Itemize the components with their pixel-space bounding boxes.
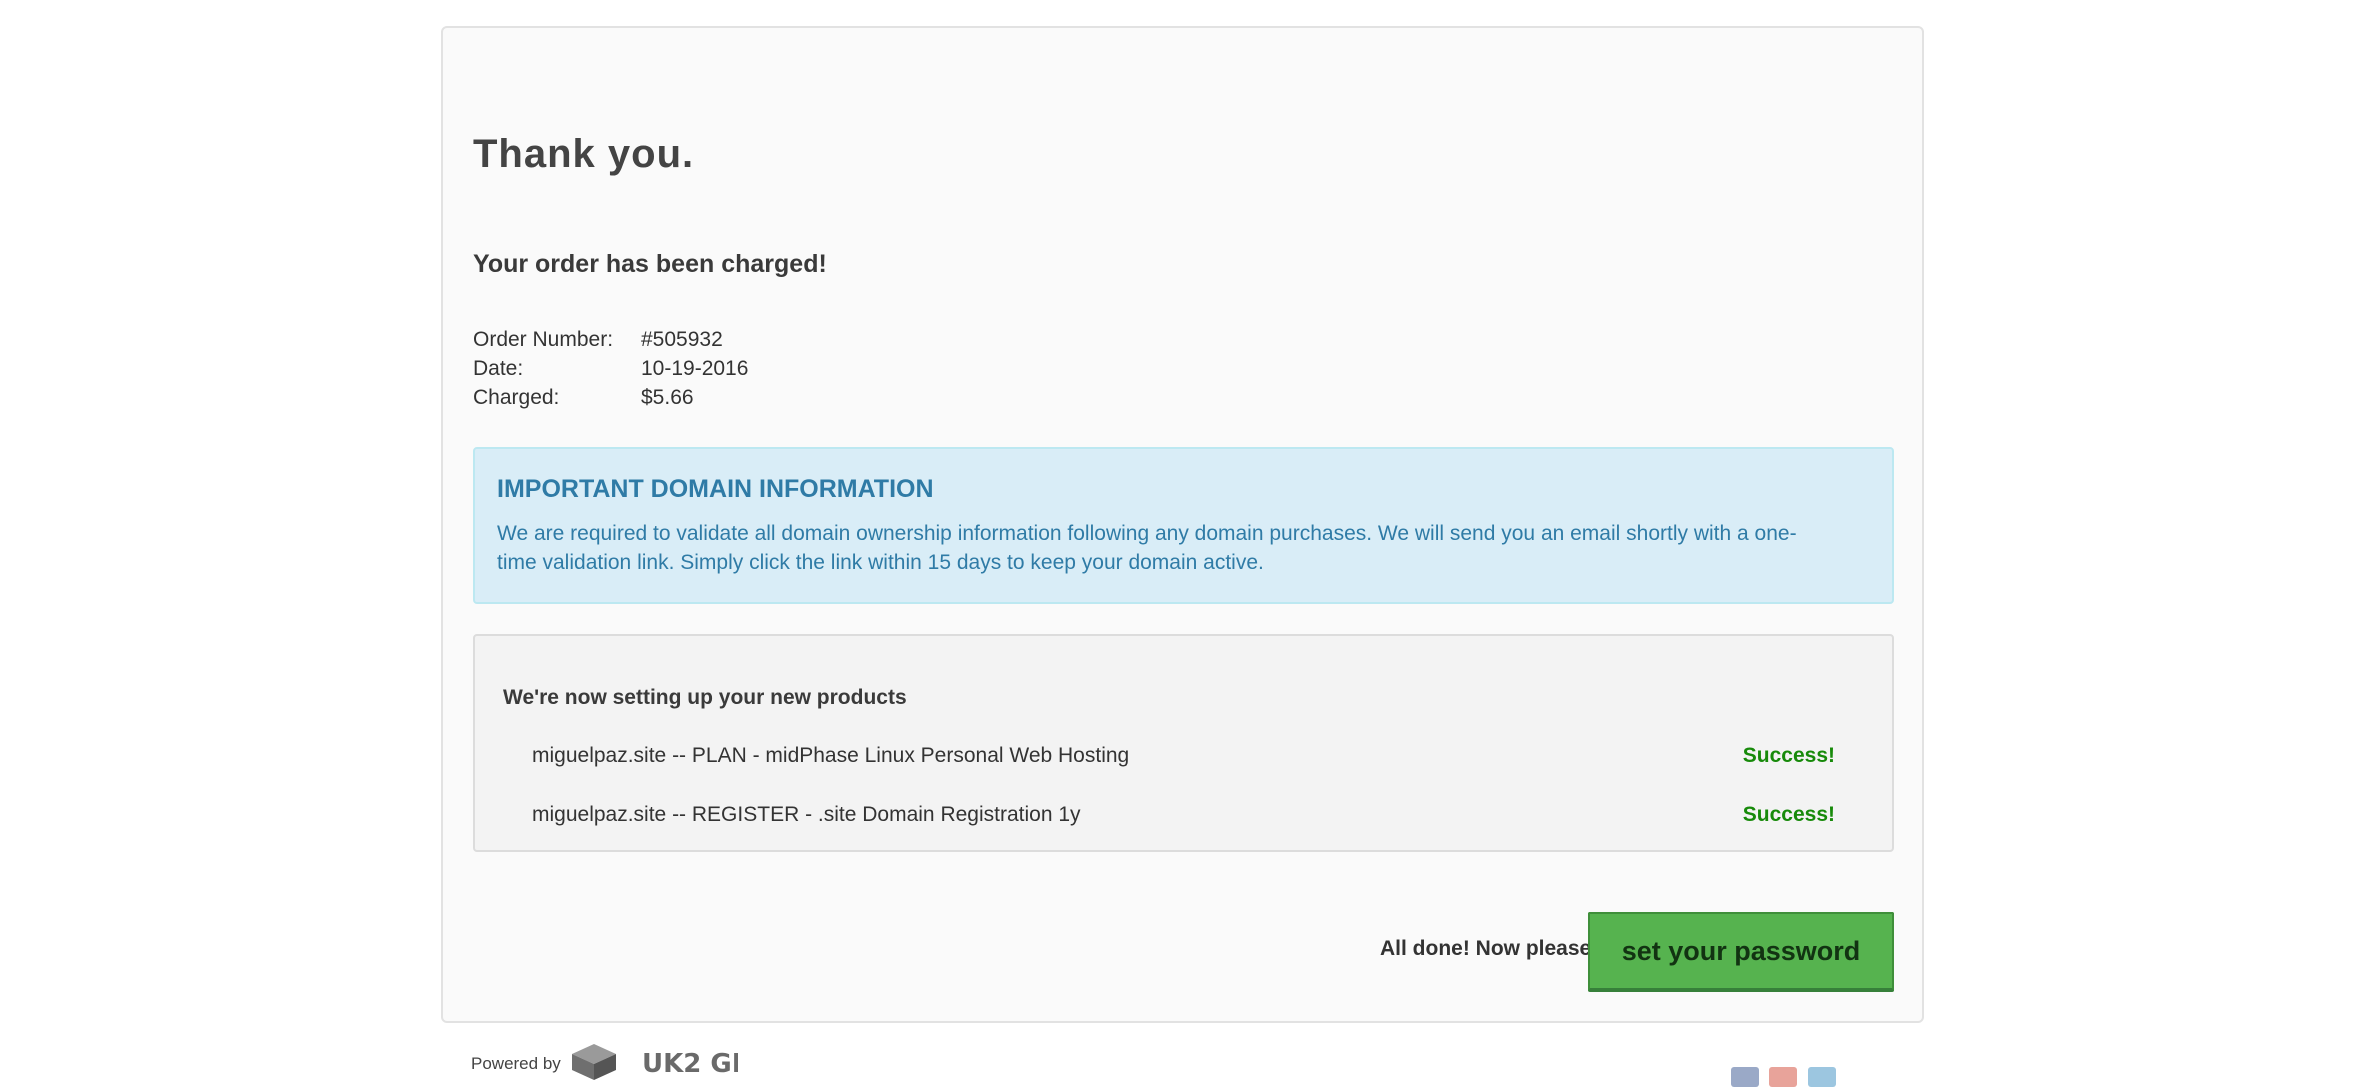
domain-info-alert: IMPORTANT DOMAIN INFORMATION We are requ… xyxy=(473,447,1894,604)
all-done-text: All done! Now please xyxy=(1380,937,1592,960)
order-number-label: Order Number: xyxy=(473,328,614,351)
order-date-label: Date: xyxy=(473,357,524,380)
order-confirmation-card: Thank you. Your order has been charged! … xyxy=(441,26,1924,1023)
product-item: miguelpaz.site -- REGISTER - .site Domai… xyxy=(532,803,1835,827)
product-name: miguelpaz.site -- REGISTER - .site Domai… xyxy=(532,803,1081,826)
domain-info-heading: IMPORTANT DOMAIN INFORMATION xyxy=(497,475,934,503)
logo-text: UK2 GROUP xyxy=(642,1049,738,1079)
domain-info-body: We are required to validate all domain o… xyxy=(497,522,1797,574)
product-name: miguelpaz.site -- PLAN - midPhase Linux … xyxy=(532,744,1130,767)
order-details: Order Number: #505932 Date: 10-19-2016 C… xyxy=(473,325,748,412)
order-charged-row: Charged: $5.66 xyxy=(473,383,748,412)
order-date-value: 10-19-2016 xyxy=(641,357,749,380)
order-number-value: #505932 xyxy=(641,328,723,351)
product-item: miguelpaz.site -- PLAN - midPhase Linux … xyxy=(532,744,1835,768)
order-date-row: Date: 10-19-2016 xyxy=(473,354,748,383)
page-title: Thank you. xyxy=(473,132,695,176)
set-password-button[interactable]: set your password xyxy=(1588,912,1894,992)
order-charged-value: $5.66 xyxy=(641,386,694,409)
youtube-icon[interactable] xyxy=(1808,1067,1836,1087)
order-number-row: Order Number: #505932 xyxy=(473,325,748,354)
products-setup-heading: We're now setting up your new products xyxy=(503,686,907,709)
powered-by-text: Powered by xyxy=(471,1054,561,1073)
order-status-heading: Your order has been charged! xyxy=(473,250,827,278)
product-status: Success! xyxy=(1742,744,1835,767)
facebook-icon[interactable] xyxy=(1731,1067,1759,1087)
products-setup-panel: We're now setting up your new products m… xyxy=(473,634,1894,852)
google-plus-icon[interactable] xyxy=(1769,1067,1797,1087)
order-charged-label: Charged: xyxy=(473,386,560,409)
product-status: Success! xyxy=(1742,803,1835,826)
uk2-group-logo[interactable]: UK2 GROUP xyxy=(572,1040,814,1085)
